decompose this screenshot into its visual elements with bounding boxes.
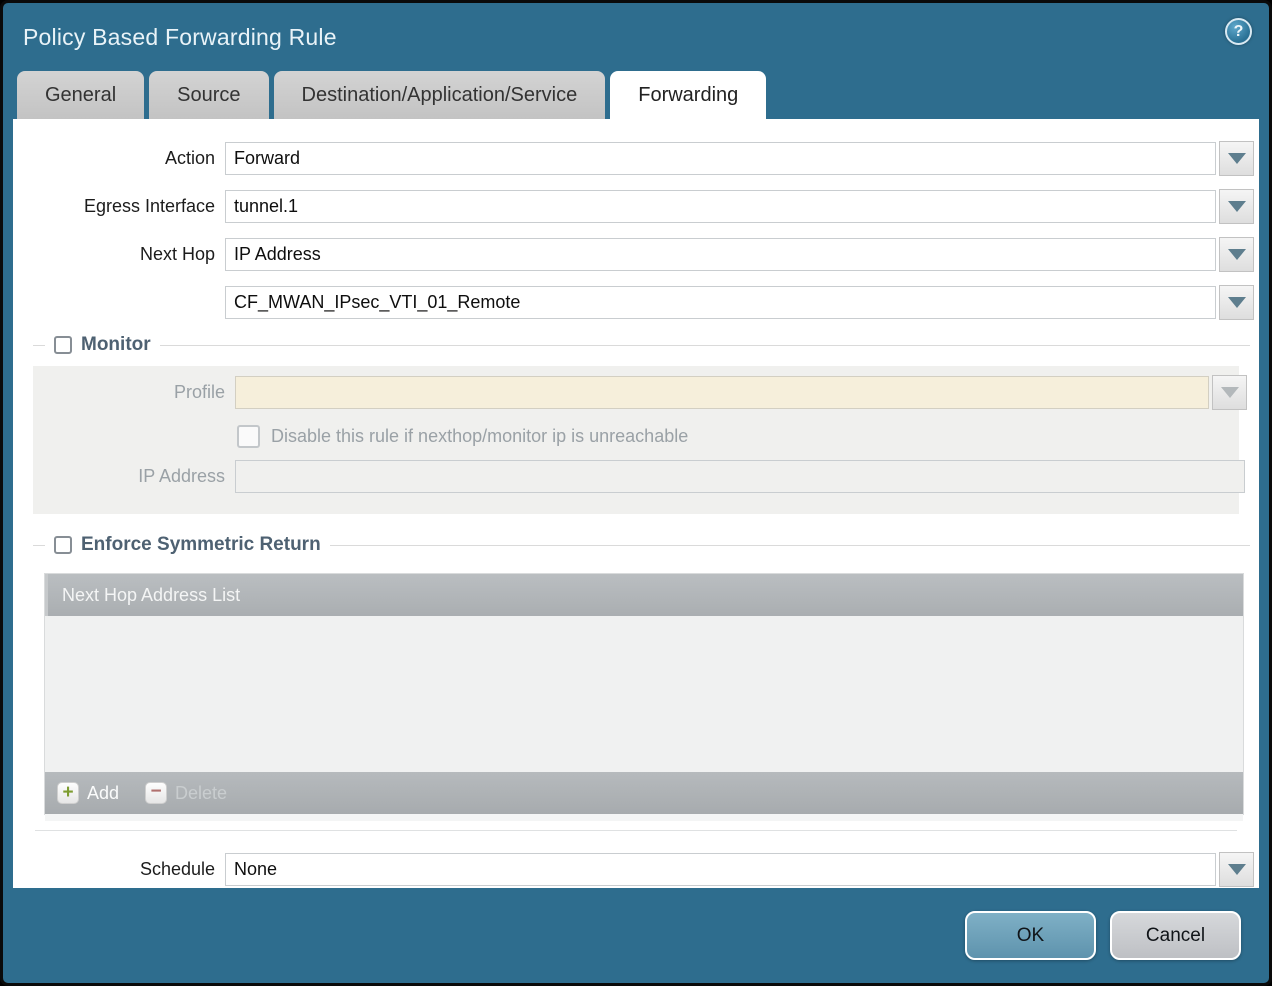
- dialog-footer: OK Cancel: [3, 888, 1269, 983]
- cancel-button[interactable]: Cancel: [1110, 911, 1241, 960]
- monitor-profile-dropdown: [235, 376, 1209, 409]
- next-hop-address-row: CF_MWAN_IPsec_VTI_01_Remote: [13, 285, 1259, 320]
- plus-icon: +: [57, 782, 79, 804]
- divider: [160, 345, 1250, 346]
- next-hop-address-table-body: [45, 616, 1243, 772]
- monitor-profile-row: Profile: [33, 375, 1239, 410]
- enforce-symmetric-return-title: Enforce Symmetric Return: [81, 534, 330, 556]
- monitor-group-body: Profile Disable this rule if nexthop/mon…: [33, 366, 1239, 514]
- next-hop-row: Next Hop IP Address: [13, 237, 1259, 272]
- monitor-ip-address-input: [235, 460, 1245, 493]
- delete-button-label: Delete: [175, 783, 227, 804]
- dialog-titlebar: Policy Based Forwarding Rule ?: [3, 3, 1269, 71]
- tab-destination-application-service[interactable]: Destination/Application/Service: [274, 71, 606, 119]
- disable-rule-checkbox: [237, 425, 260, 448]
- next-hop-address-dropdown-button[interactable]: [1219, 285, 1254, 320]
- disable-rule-label: Disable this rule if nexthop/monitor ip …: [271, 426, 688, 447]
- divider: [330, 545, 1250, 546]
- forwarding-tab-panel: Action Forward Egress Interface tunnel.1…: [13, 119, 1259, 888]
- minus-icon: −: [145, 782, 167, 804]
- next-hop-address-table-toolbar: + Add − Delete: [45, 772, 1243, 814]
- tab-forwarding[interactable]: Forwarding: [610, 71, 766, 119]
- enforce-symmetric-return-body: Next Hop Address List + Add − Delete: [35, 574, 1237, 831]
- next-hop-label: Next Hop: [13, 244, 225, 265]
- add-button[interactable]: + Add: [57, 782, 119, 804]
- schedule-value: None: [234, 859, 277, 880]
- monitor-ip-address-row: IP Address: [33, 460, 1239, 493]
- monitor-group-title: Monitor: [81, 334, 160, 356]
- chevron-down-icon: [1228, 297, 1246, 308]
- chevron-down-icon: [1228, 153, 1246, 164]
- action-row: Action Forward: [13, 141, 1259, 176]
- tab-source[interactable]: Source: [149, 71, 268, 119]
- ok-button[interactable]: OK: [965, 911, 1096, 960]
- next-hop-address-table: Next Hop Address List + Add − Delete: [45, 574, 1243, 814]
- tab-bar: General Source Destination/Application/S…: [3, 71, 1269, 119]
- next-hop-address-dropdown[interactable]: CF_MWAN_IPsec_VTI_01_Remote: [225, 286, 1216, 319]
- action-dropdown-button[interactable]: [1219, 141, 1254, 176]
- next-hop-type-dropdown[interactable]: IP Address: [225, 238, 1216, 271]
- monitor-checkbox[interactable]: [54, 336, 72, 354]
- chevron-down-icon: [1228, 864, 1246, 875]
- policy-based-forwarding-dialog: Policy Based Forwarding Rule ? General S…: [0, 0, 1272, 986]
- add-button-label: Add: [87, 783, 119, 804]
- enforce-symmetric-return-group: Enforce Symmetric Return Next Hop Addres…: [13, 533, 1259, 831]
- divider: [33, 345, 45, 346]
- enforce-symmetric-return-checkbox[interactable]: [54, 536, 72, 554]
- schedule-label: Schedule: [13, 859, 225, 880]
- action-dropdown[interactable]: Forward: [225, 142, 1216, 175]
- action-value: Forward: [234, 148, 300, 169]
- chevron-down-icon: [1228, 201, 1246, 212]
- chevron-down-icon: [1228, 249, 1246, 260]
- egress-interface-value: tunnel.1: [234, 196, 298, 217]
- next-hop-address-value: CF_MWAN_IPsec_VTI_01_Remote: [234, 292, 520, 313]
- tab-general[interactable]: General: [17, 71, 144, 119]
- divider: [33, 545, 45, 546]
- monitor-group: Monitor Profile Disable this rule if nex…: [13, 333, 1259, 514]
- egress-interface-dropdown-button[interactable]: [1219, 189, 1254, 224]
- disable-rule-row: Disable this rule if nexthop/monitor ip …: [237, 423, 1239, 449]
- dialog-title: Policy Based Forwarding Rule: [23, 24, 337, 51]
- next-hop-type-value: IP Address: [234, 244, 321, 265]
- egress-interface-label: Egress Interface: [13, 196, 225, 217]
- schedule-dropdown[interactable]: None: [225, 853, 1216, 886]
- egress-interface-row: Egress Interface tunnel.1: [13, 189, 1259, 224]
- chevron-down-icon: [1221, 387, 1239, 398]
- table-bottom-strip: [45, 814, 1243, 821]
- monitor-group-header: Monitor: [33, 333, 1250, 357]
- monitor-ip-address-label: IP Address: [33, 466, 235, 487]
- egress-interface-dropdown[interactable]: tunnel.1: [225, 190, 1216, 223]
- schedule-row: Schedule None: [13, 852, 1259, 887]
- schedule-dropdown-button[interactable]: [1219, 852, 1254, 887]
- help-icon[interactable]: ?: [1225, 18, 1252, 45]
- action-label: Action: [13, 148, 225, 169]
- enforce-symmetric-return-header: Enforce Symmetric Return: [33, 533, 1250, 557]
- delete-button: − Delete: [145, 782, 227, 804]
- next-hop-dropdown-button[interactable]: [1219, 237, 1254, 272]
- monitor-profile-label: Profile: [33, 382, 235, 403]
- monitor-profile-dropdown-button: [1212, 375, 1247, 410]
- next-hop-address-list-column-header: Next Hop Address List: [45, 574, 1243, 616]
